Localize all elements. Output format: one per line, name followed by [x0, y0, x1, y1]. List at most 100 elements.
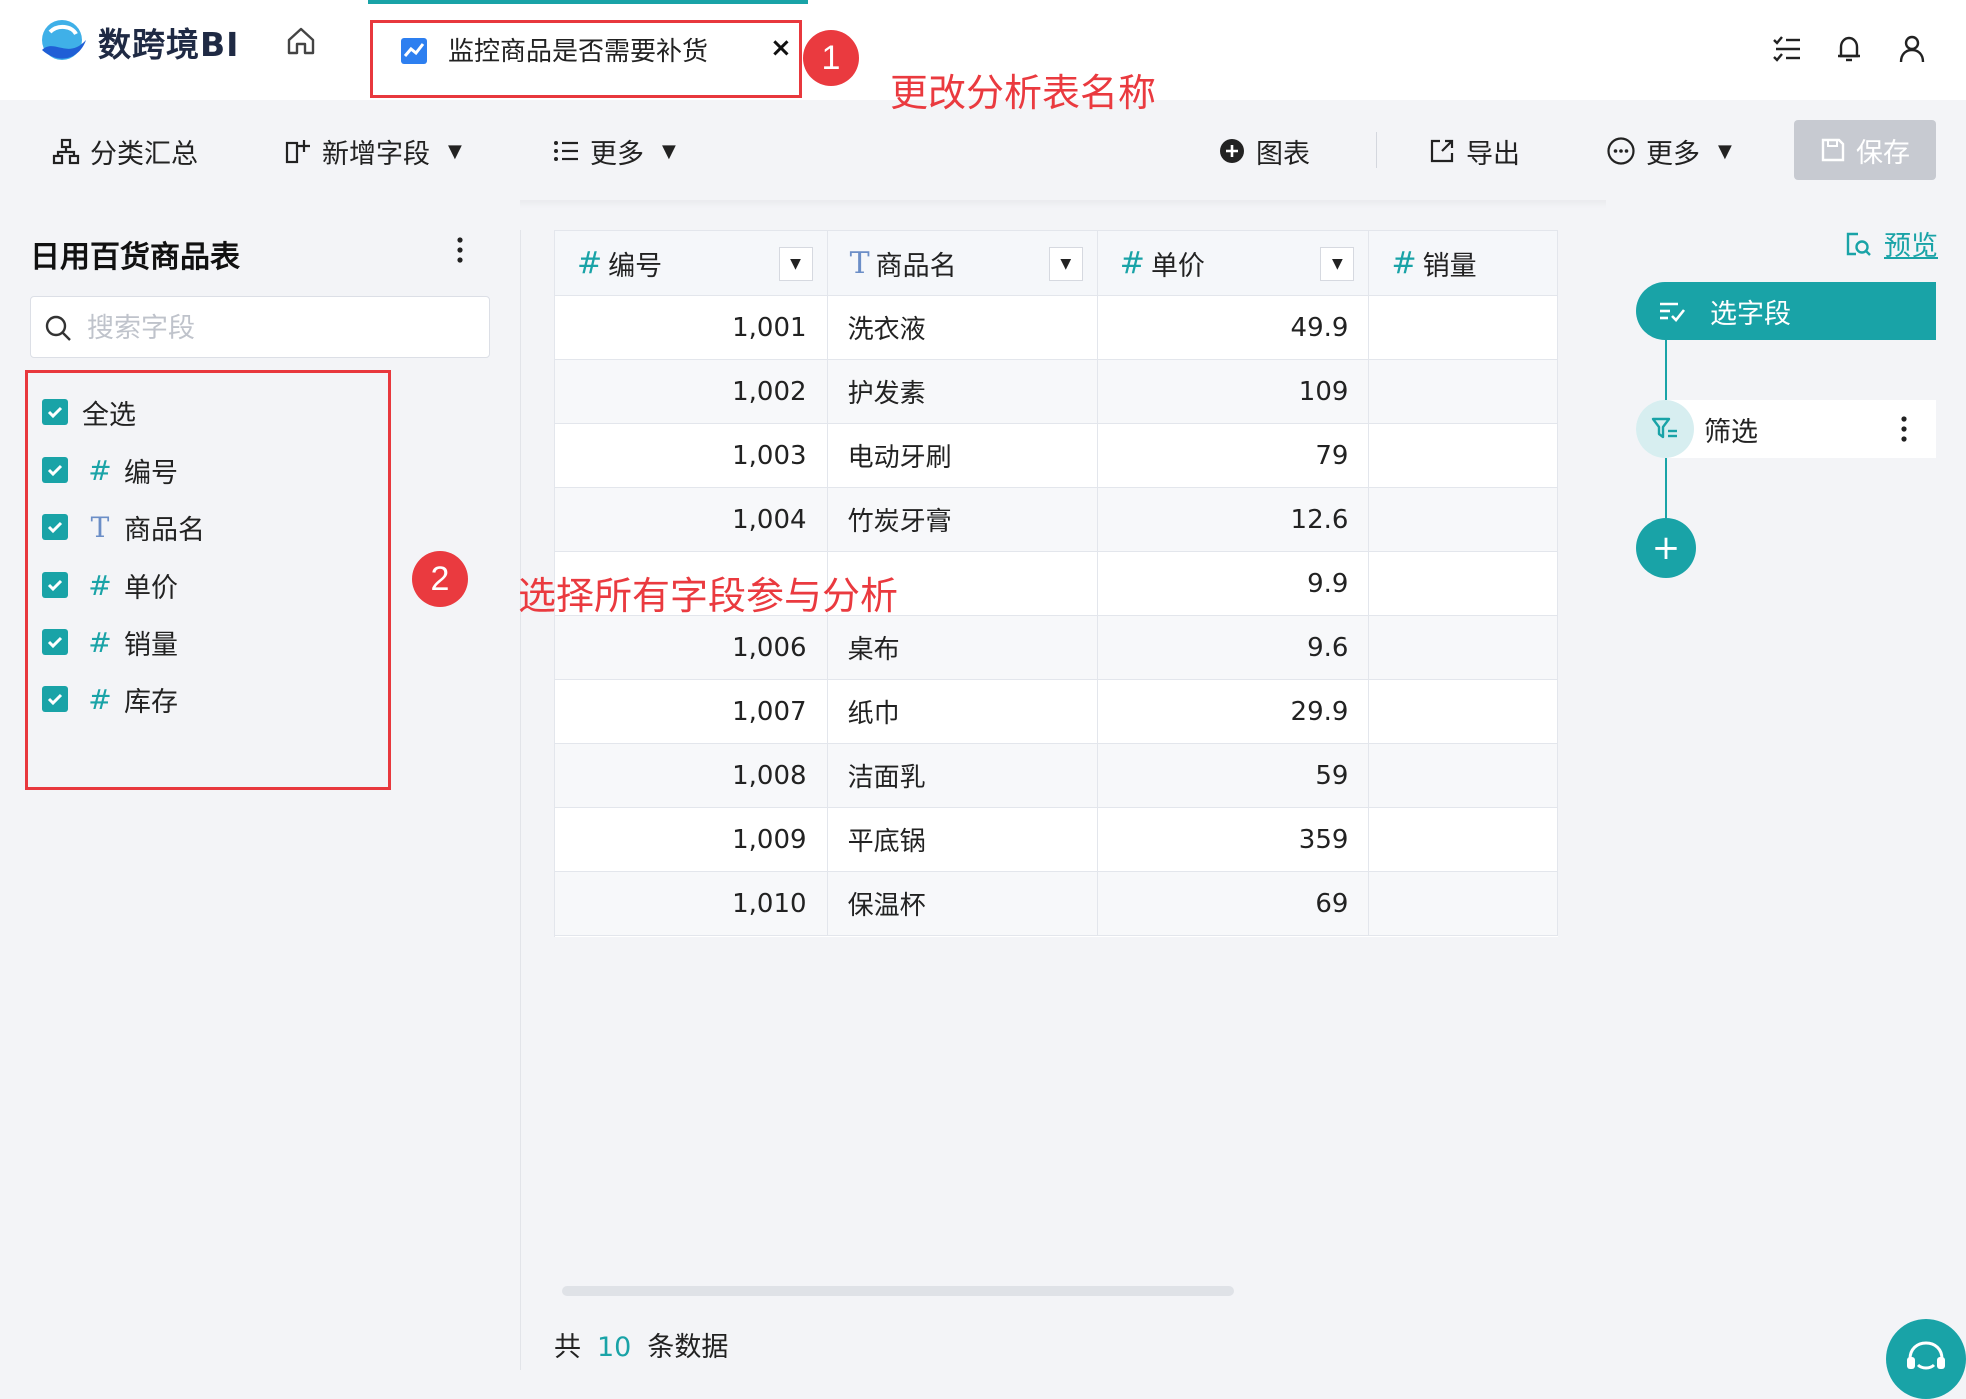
chart-button[interactable]: 图表: [1218, 126, 1310, 176]
cell-price: 12.6: [1097, 487, 1370, 552]
dataset-title: 日用百货商品表: [30, 240, 240, 275]
more-vertical-icon[interactable]: [1892, 412, 1916, 446]
chevron-down-icon: ▼: [448, 140, 462, 162]
cell-sales: [1368, 807, 1558, 872]
step-filter-label: 筛选: [1704, 416, 1758, 448]
cell-product-name: 纸巾: [827, 679, 1098, 744]
export-button[interactable]: 导出: [1428, 126, 1520, 176]
app-logo[interactable]: 数跨境BI: [36, 16, 239, 68]
table-header-row: # 编号 ▼ T 商品名 ▼ # 单价 ▼ # 销量: [555, 231, 1558, 296]
table-row: 1,007 纸巾 29.9: [555, 679, 1558, 744]
cell-sales: [1368, 359, 1558, 424]
more-menu-left[interactable]: 更多 ▼: [552, 126, 676, 176]
tab-title[interactable]: 监控商品是否需要补货: [448, 31, 708, 68]
save-icon: [1821, 138, 1845, 162]
checkbox-checked-icon: [42, 399, 68, 425]
tab-analysis[interactable]: 监控商品是否需要补货 ×: [372, 21, 798, 97]
column-dropdown-icon[interactable]: ▼: [778, 247, 813, 281]
add-field-button[interactable]: 新增字段 ▼: [284, 126, 462, 176]
step-filter[interactable]: 筛选: [1636, 400, 1936, 458]
task-list-icon[interactable]: [1770, 32, 1804, 66]
number-type-icon: #: [88, 568, 112, 602]
horizontal-scrollbar[interactable]: [562, 1286, 1234, 1296]
field-item-product-name[interactable]: T 商品名: [42, 507, 205, 547]
cell-product-name: 护发素: [827, 359, 1098, 424]
column-dropdown-icon[interactable]: ▼: [1320, 247, 1355, 281]
bell-icon[interactable]: [1832, 32, 1866, 66]
text-type-icon: T: [90, 510, 110, 544]
column-label: 销量: [1422, 250, 1477, 282]
cell-price: 59: [1097, 743, 1370, 808]
checkbox-checked-icon: [42, 572, 68, 598]
cell-product-name: 竹炭牙膏: [827, 487, 1098, 552]
cell-price: 29.9: [1097, 679, 1370, 744]
export-icon: [1430, 139, 1454, 163]
step-select-label: 选字段: [1710, 298, 1791, 330]
add-step-button[interactable]: +: [1636, 518, 1696, 578]
user-icon[interactable]: [1895, 32, 1929, 66]
checkbox-checked-icon: [42, 457, 68, 483]
field-label: 库存: [124, 686, 178, 718]
cell-sales: [1368, 551, 1558, 616]
more-menu-right[interactable]: 更多 ▼: [1606, 126, 1732, 176]
table-row: 1,006 桌布 9.6: [555, 615, 1558, 680]
field-item-sales[interactable]: # 销量: [42, 622, 178, 662]
field-item-price[interactable]: # 单价: [42, 565, 178, 605]
checkbox-checked-icon: [42, 514, 68, 540]
field-item-stock[interactable]: # 库存: [42, 679, 178, 719]
column-label: 编号: [608, 250, 663, 282]
column-header-price[interactable]: # 单价 ▼: [1097, 231, 1370, 296]
field-checklist: 全选 # 编号 T 商品名 # 单价 # 销量 # 库存: [25, 370, 391, 790]
more-left-label: 更多: [590, 138, 644, 170]
more-vertical-icon[interactable]: [448, 232, 472, 268]
table-row: 1,003 电动牙刷 79: [555, 423, 1558, 488]
search-input[interactable]: [85, 307, 479, 349]
number-type-icon: #: [88, 682, 112, 716]
cell-product-name: 桌布: [827, 615, 1098, 680]
column-header-product-name[interactable]: T 商品名 ▼: [827, 231, 1098, 296]
cell-id: 1,001: [555, 295, 828, 360]
home-icon[interactable]: [284, 24, 318, 58]
table-row: 1,010 保温杯 69: [555, 871, 1558, 936]
search-icon: [43, 313, 73, 343]
column-dropdown-icon[interactable]: ▼: [1048, 247, 1083, 281]
chat-support-icon[interactable]: [1886, 1319, 1966, 1399]
app-name: 数跨境BI: [98, 25, 240, 64]
cell-product-name: 电动牙刷: [827, 423, 1098, 488]
group-summary-button[interactable]: 分类汇总: [52, 126, 198, 176]
step-select-fields[interactable]: 选字段: [1636, 282, 1936, 340]
cell-id: 1,008: [555, 743, 828, 808]
cell-price: 9.9: [1097, 551, 1370, 616]
chevron-down-icon: ▼: [662, 140, 676, 162]
add-field-label: 新增字段: [322, 138, 430, 170]
panel-divider: [520, 230, 521, 1370]
row-count: 共 10 条数据: [554, 1325, 728, 1364]
save-button[interactable]: 保存: [1794, 120, 1936, 180]
plus-circle-icon: [1220, 139, 1244, 163]
select-all-checkbox[interactable]: 全选: [42, 392, 136, 432]
cell-sales: [1368, 295, 1558, 360]
preview-label: 预览: [1884, 231, 1938, 262]
cell-product-name: 平底锅: [827, 807, 1098, 872]
annotation-text-1: 更改分析表名称: [890, 71, 1157, 115]
column-header-id[interactable]: # 编号 ▼: [555, 231, 828, 296]
select-fields-icon: [1656, 295, 1688, 327]
ellipsis-circle-icon: [1607, 137, 1635, 165]
preview-link[interactable]: 预览: [1844, 224, 1938, 263]
table-row: 1,001 洗衣液 49.9: [555, 295, 1558, 360]
cell-product-name: 洗衣液: [827, 295, 1098, 360]
steps-panel: 预览 选字段 筛选 +: [1606, 200, 1966, 1399]
number-type-icon: #: [577, 245, 603, 281]
step-connector: [1665, 458, 1667, 518]
cell-id: 1,006: [555, 615, 828, 680]
group-summary-label: 分类汇总: [90, 138, 198, 170]
column-label: 单价: [1150, 250, 1205, 282]
logo-icon: [42, 20, 86, 60]
tab-close-icon[interactable]: ×: [770, 33, 792, 63]
number-type-icon: #: [1391, 245, 1417, 281]
field-item-id[interactable]: # 编号: [42, 450, 178, 490]
checkbox-checked-icon: [42, 686, 68, 712]
column-header-sales[interactable]: # 销量: [1368, 231, 1558, 296]
chevron-down-icon: ▼: [1718, 140, 1732, 162]
cell-id: 1,002: [555, 359, 828, 424]
